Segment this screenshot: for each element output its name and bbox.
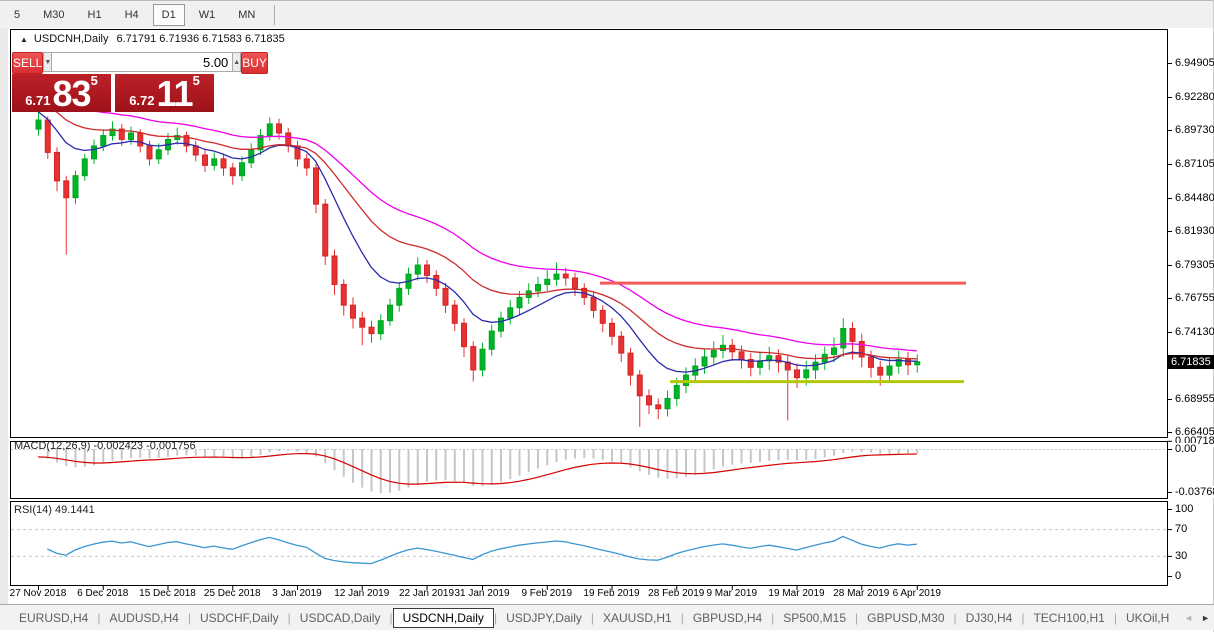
volume-decrease-button[interactable]: ▼ [43, 52, 52, 72]
price-axis-label: 6.84480 [1175, 192, 1214, 204]
date-axis-label: 19 Mar 2019 [768, 588, 824, 599]
rsi-label: RSI(14) 49.1441 [14, 504, 95, 516]
volume-input[interactable] [52, 52, 232, 72]
tab-tech100-h1[interactable]: TECH100,H1 [1024, 608, 1113, 628]
tab-sp500-m15[interactable]: SP500,M15 [774, 608, 855, 628]
tab-scroll-arrows: ◄ ► [1184, 605, 1210, 631]
buy-button[interactable]: BUY [241, 52, 268, 74]
chart-tab-bar: EURUSD,H4|AUDUSD,H4|USDCHF,Daily|USDCAD,… [0, 604, 1214, 630]
tab-gbpusd-h4[interactable]: GBPUSD,H4 [684, 608, 771, 628]
price-axis-label: 6.92280 [1175, 91, 1214, 103]
current-price-badge: 6.71835 [1168, 355, 1214, 369]
tab-scroll-right-icon[interactable]: ► [1201, 613, 1210, 623]
price-axis-label: 6.89730 [1175, 124, 1214, 136]
date-axis-label: 19 Feb 2019 [583, 588, 639, 599]
rsi-axis-label: 70 [1175, 523, 1187, 535]
tab-usdchf-daily[interactable]: USDCHF,Daily [191, 608, 288, 628]
price-axis-label: 6.94905 [1175, 57, 1214, 69]
date-axis-label: 6 Dec 2018 [77, 588, 128, 599]
price-axis-label: 6.81930 [1175, 225, 1214, 237]
date-axis-label: 22 Jan 2019 [399, 588, 454, 599]
price-axis-label: 6.74130 [1175, 326, 1214, 338]
date-axis-label: 9 Mar 2019 [706, 588, 757, 599]
date-axis-label: 12 Jan 2019 [334, 588, 389, 599]
price-axis-label: 6.76755 [1175, 292, 1214, 304]
date-axis-label: 28 Feb 2019 [648, 588, 704, 599]
macd-label: MACD(12,26,9) -0.002423 -0.001756 [14, 440, 196, 452]
tab-dj30-h4[interactable]: DJ30,H4 [957, 608, 1022, 628]
sell-button[interactable]: SELL [12, 52, 43, 74]
date-axis-label: 25 Dec 2018 [204, 588, 261, 599]
sell-price-prefix: 6.71 [25, 93, 50, 109]
trade-quotes-row: 6.71 83 5 6.72 11 5 [12, 74, 216, 112]
date-axis-label: 15 Dec 2018 [139, 588, 196, 599]
tab-xauusd-h1[interactable]: XAUUSD,H1 [594, 608, 681, 628]
date-axis-label: 27 Nov 2018 [10, 588, 67, 599]
one-click-trade-panel: SELL ▼ ▲ BUY 6.71 83 5 6.72 11 5 [12, 52, 216, 112]
sell-price-sup: 5 [91, 76, 98, 86]
tab-scroll-left-icon[interactable]: ◄ [1184, 613, 1193, 623]
tab-usdcad-daily[interactable]: USDCAD,Daily [291, 608, 390, 628]
buy-quote-box[interactable]: 6.72 11 5 [115, 74, 214, 112]
rsi-axis-label: 30 [1175, 550, 1187, 562]
chart-ohlc-values: 6.71791 6.71936 6.71583 6.71835 [116, 33, 284, 45]
date-axis-label: 31 Jan 2019 [454, 588, 509, 599]
collapse-triangle-icon[interactable]: ▲ [20, 35, 28, 44]
buy-price-sup: 5 [193, 76, 200, 86]
mt4-window: 5M30H1H4D1W1MN ▲USDCNH,Daily6.71791 6.71… [0, 0, 1214, 632]
volume-increase-button[interactable]: ▲ [232, 52, 241, 72]
buy-price-prefix: 6.72 [129, 93, 154, 109]
tab-eurusd-h4[interactable]: EURUSD,H4 [10, 608, 97, 628]
tab-usdjpy-daily[interactable]: USDJPY,Daily [497, 608, 591, 628]
trade-controls-row: SELL ▼ ▲ BUY [12, 52, 216, 72]
date-axis-label: 6 Apr 2019 [893, 588, 941, 599]
rsi-axis-label: 0 [1175, 570, 1181, 582]
chart-title-bar: ▲ USDCNH,Daily 6.71791 6.71936 6.71583 6.7… [20, 33, 285, 45]
date-axis-label: 28 Mar 2019 [833, 588, 889, 599]
date-axis-label: 3 Jan 2019 [272, 588, 322, 599]
chart-symbol-title: USDCNH,Daily [34, 33, 109, 45]
tab-audusd-h4[interactable]: AUDUSD,H4 [100, 608, 187, 628]
macd-axis-label: 0.00 [1175, 443, 1196, 455]
price-axis-label: 6.79305 [1175, 259, 1214, 271]
sell-price-big: 83 [53, 79, 91, 109]
tab-ukoil-h[interactable]: UKOil,H [1117, 608, 1178, 628]
date-axis-label: 9 Feb 2019 [521, 588, 572, 599]
price-axis-label: 6.87105 [1175, 158, 1214, 170]
sell-quote-box[interactable]: 6.71 83 5 [12, 74, 111, 112]
tab-gbpusd-m30[interactable]: GBPUSD,M30 [858, 608, 953, 628]
rsi-axis-label: 100 [1175, 503, 1193, 515]
tab-usdcnh-daily[interactable]: USDCNH,Daily [393, 608, 494, 628]
price-axis-label: 6.68955 [1175, 393, 1214, 405]
buy-price-big: 11 [157, 79, 193, 109]
macd-axis-label: -0.037688 [1175, 486, 1214, 498]
